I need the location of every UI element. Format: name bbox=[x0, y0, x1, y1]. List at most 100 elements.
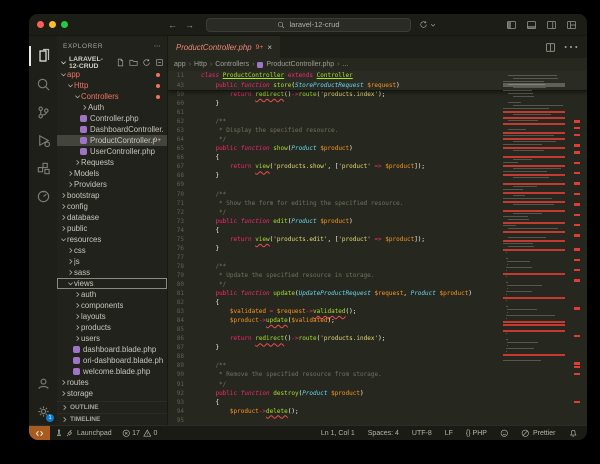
tree-item-auth[interactable]: auth bbox=[57, 289, 167, 300]
tree-item-label: auth bbox=[81, 290, 96, 299]
activity-source-control-icon[interactable] bbox=[29, 98, 57, 126]
error-dot bbox=[156, 84, 160, 88]
tree-item-productcontroller-php[interactable]: ProductController.php9+ bbox=[57, 135, 167, 146]
activity-extensions-icon[interactable] bbox=[29, 154, 57, 182]
line-text: * Update the specified resource in stora… bbox=[184, 271, 374, 280]
status-lf[interactable]: LF bbox=[440, 430, 458, 437]
project-root-row[interactable]: LARAVEL-12-CRUD bbox=[57, 56, 167, 69]
chevron-down-icon bbox=[73, 93, 81, 100]
tree-item-sass[interactable]: sass bbox=[57, 267, 167, 278]
line-number: 91 bbox=[168, 380, 184, 389]
tree-item-ori-dashboard-blade-php[interactable]: ori-dashboard.blade.php bbox=[57, 355, 167, 366]
minimap[interactable] bbox=[503, 71, 565, 425]
split-editor-icon[interactable] bbox=[545, 42, 556, 53]
status-ln-1-col-1[interactable]: Ln 1, Col 1 bbox=[316, 430, 360, 437]
timeline-section[interactable]: TIMELINE bbox=[57, 413, 167, 425]
breadcrumb--[interactable]: ... bbox=[342, 61, 348, 68]
tree-item-dashboardcontroller-php[interactable]: DashboardController.php bbox=[57, 124, 167, 135]
line-number: 73 bbox=[168, 217, 184, 226]
minimize-window-icon[interactable] bbox=[49, 21, 56, 28]
toggle-secondary-sidebar-icon[interactable] bbox=[546, 20, 557, 30]
breadcrumb-app[interactable]: app bbox=[174, 61, 186, 68]
layout-control-icon[interactable] bbox=[566, 20, 577, 30]
status-bell-icon[interactable] bbox=[564, 429, 583, 438]
desktop-background: ← → laravel-12-crud 1 bbox=[0, 0, 600, 464]
activity-explorer-icon[interactable] bbox=[29, 42, 57, 70]
tree-item-css[interactable]: css bbox=[57, 245, 167, 256]
tree-item-controllers[interactable]: Controllers bbox=[57, 91, 167, 102]
editor-more-icon[interactable]: ⋯ bbox=[563, 37, 579, 57]
tree-item-http[interactable]: Http bbox=[57, 80, 167, 91]
status-spaces-4[interactable]: Spaces: 4 bbox=[363, 430, 404, 437]
tree-item-label: DashboardController.php bbox=[90, 125, 163, 134]
tree-item-label: users bbox=[81, 334, 100, 343]
line-number: 59 bbox=[168, 90, 184, 99]
new-file-icon[interactable] bbox=[116, 58, 125, 67]
nav-back-icon[interactable]: ← bbox=[168, 20, 177, 30]
breadcrumb-controllers[interactable]: Controllers bbox=[215, 61, 249, 68]
tree-item-models[interactable]: Models bbox=[57, 168, 167, 179]
status-right: Ln 1, Col 1Spaces: 4UTF-8LF{} PHP Prettie… bbox=[311, 426, 587, 440]
tree-item-js[interactable]: js bbox=[57, 256, 167, 267]
tree-item-controller-php[interactable]: Controller.php bbox=[57, 113, 167, 124]
activity-gear-icon[interactable]: 1 bbox=[29, 397, 57, 425]
status--php[interactable]: {} PHP bbox=[461, 430, 492, 437]
tree-item-dashboard-blade-php[interactable]: dashboard.blade.php bbox=[57, 344, 167, 355]
status-prettier[interactable]: Prettier bbox=[516, 429, 560, 438]
tree-item-routes[interactable]: routes bbox=[57, 377, 167, 388]
tree-item-components[interactable]: components bbox=[57, 300, 167, 311]
sidebar-more-icon[interactable]: ⋯ bbox=[154, 42, 161, 50]
outline-section[interactable]: OUTLINE bbox=[57, 401, 167, 413]
breadcrumb-separator: › bbox=[210, 61, 212, 68]
activity-gauge-icon[interactable] bbox=[29, 182, 57, 210]
tab-problems-badge: 9+ bbox=[256, 44, 264, 51]
warning-icon bbox=[143, 429, 152, 438]
tree-item-usercontroller-php[interactable]: UserController.php bbox=[57, 146, 167, 157]
breadcrumb-productcontroller-php[interactable]: ProductController.php bbox=[266, 61, 334, 68]
toggle-panel-icon[interactable] bbox=[526, 20, 537, 30]
tab-close-icon[interactable]: × bbox=[267, 43, 272, 52]
activity-search-icon[interactable] bbox=[29, 70, 57, 98]
tree-item-app[interactable]: app bbox=[57, 69, 167, 80]
nav-forward-icon[interactable]: → bbox=[185, 20, 194, 30]
error-dot bbox=[156, 95, 160, 99]
tree-item-users[interactable]: users bbox=[57, 333, 167, 344]
activity-account-icon[interactable] bbox=[29, 369, 57, 397]
tree-item-public[interactable]: public bbox=[57, 223, 167, 234]
line-text: public function store(StoreProductReques… bbox=[184, 81, 400, 90]
reload-icon[interactable] bbox=[419, 20, 428, 29]
tree-item-config[interactable]: config bbox=[57, 201, 167, 212]
collapse-all-icon[interactable] bbox=[155, 58, 164, 67]
tree-item-requests[interactable]: Requests bbox=[57, 157, 167, 168]
status-smiley-icon[interactable] bbox=[495, 429, 514, 438]
status-utf-8[interactable]: UTF-8 bbox=[407, 430, 437, 437]
customize-layout-icon[interactable] bbox=[506, 20, 517, 30]
tree-item-products[interactable]: products bbox=[57, 322, 167, 333]
code-area[interactable]: 11class ProductController extends Contro… bbox=[168, 71, 587, 425]
zoom-window-icon[interactable] bbox=[61, 21, 68, 28]
tree-item-resources[interactable]: resources bbox=[57, 234, 167, 245]
tree-item-bootstrap[interactable]: bootstrap bbox=[57, 190, 167, 201]
chevron-down-icon[interactable] bbox=[430, 22, 436, 28]
tree-item-auth[interactable]: Auth bbox=[57, 102, 167, 113]
line-number: 64 bbox=[168, 135, 184, 144]
tree-item-providers[interactable]: Providers bbox=[57, 179, 167, 190]
tree-item-views[interactable]: views bbox=[57, 278, 167, 289]
line-number: 95 bbox=[168, 416, 184, 425]
refresh-icon[interactable] bbox=[142, 58, 151, 67]
close-window-icon[interactable] bbox=[37, 21, 44, 28]
tree-item-storage[interactable]: storage bbox=[57, 388, 167, 399]
tree-item-welcome-blade-php[interactable]: welcome.blade.php bbox=[57, 366, 167, 377]
new-folder-icon[interactable] bbox=[129, 58, 138, 67]
tree-item-layouts[interactable]: layouts bbox=[57, 311, 167, 322]
tree-item-database[interactable]: database bbox=[57, 212, 167, 223]
command-center-search[interactable]: laravel-12-crud bbox=[206, 18, 411, 32]
launchpad-item[interactable]: Launchpad bbox=[50, 426, 117, 440]
activity-run-debug-icon[interactable] bbox=[29, 126, 57, 154]
line-number: 63 bbox=[168, 126, 184, 135]
line-number: 74 bbox=[168, 226, 184, 235]
breadcrumb-http[interactable]: Http bbox=[194, 61, 207, 68]
problems-item[interactable]: 17 0 bbox=[117, 426, 163, 440]
tab-productcontroller[interactable]: ProductController.php 9+ × bbox=[168, 36, 280, 58]
remote-indicator[interactable] bbox=[29, 426, 50, 440]
